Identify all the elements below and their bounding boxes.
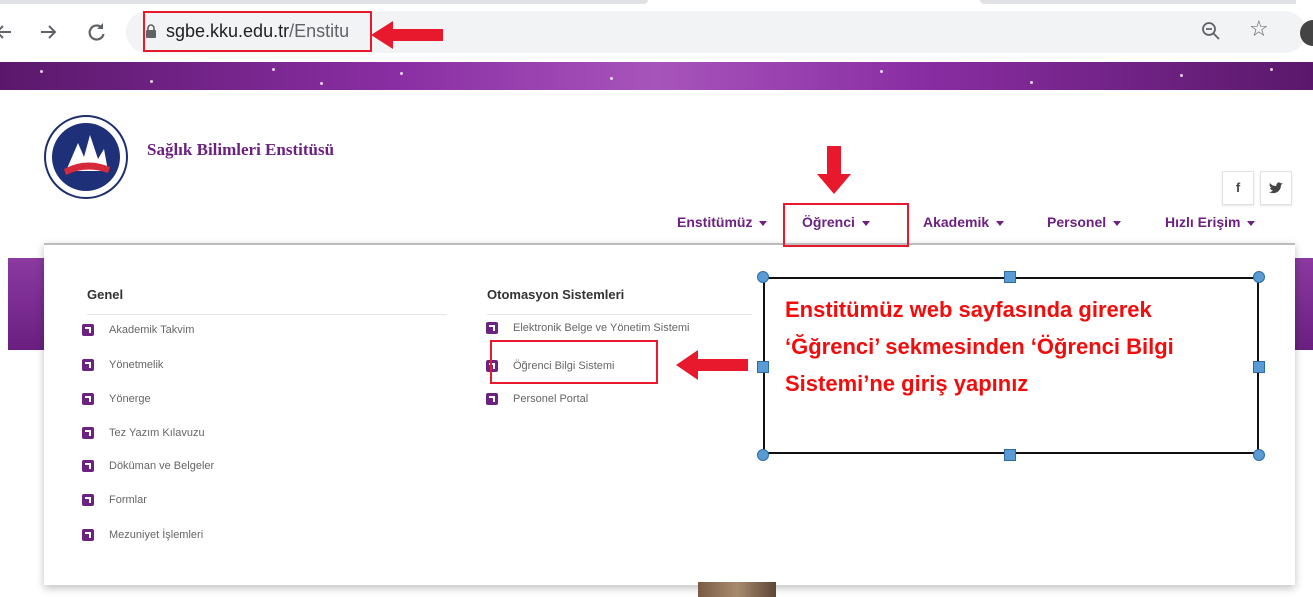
browser-tab[interactable] <box>980 0 1296 4</box>
resize-handle <box>1004 271 1016 283</box>
menu-link-akademik-takvim[interactable]: Akademik Takvim <box>82 324 194 336</box>
menu-link-yonerge[interactable]: Yönerge <box>82 393 151 405</box>
external-link-icon <box>82 324 94 336</box>
menu-link-formlar[interactable]: Formlar <box>82 494 147 506</box>
highlight-box-url <box>143 11 372 52</box>
highlight-box-ogrenci-tab <box>783 203 909 247</box>
zoom-icon[interactable] <box>1201 21 1221 41</box>
site-title[interactable]: Sağlık Bilimleri Enstitüsü <box>147 140 334 160</box>
red-arrow-icon <box>676 350 748 380</box>
browser-tab[interactable] <box>0 0 648 4</box>
external-link-icon <box>82 393 94 405</box>
nav-personel[interactable]: Personel <box>1047 214 1122 230</box>
column-heading-otomasyon: Otomasyon Sistemleri <box>487 287 625 302</box>
external-link-icon <box>486 393 498 405</box>
resize-handle <box>757 361 769 373</box>
external-link-icon <box>82 427 94 439</box>
menu-link-tez-yazim-kilavuzu[interactable]: Tez Yazım Kılavuzu <box>82 427 205 439</box>
divider <box>87 314 447 315</box>
nav-hizli-erisim[interactable]: Hızlı Erişim <box>1165 214 1256 230</box>
content-image <box>698 582 776 597</box>
external-link-icon <box>82 529 94 541</box>
menu-link-personel-portal[interactable]: Personel Portal <box>486 393 588 405</box>
external-link-icon <box>82 460 94 472</box>
resize-handle <box>1253 361 1265 373</box>
site-banner <box>0 62 1313 90</box>
divider <box>487 314 752 315</box>
column-heading-genel: Genel <box>87 287 124 302</box>
bookmark-star-icon[interactable]: ☆ <box>1249 17 1269 42</box>
instruction-text: Enstitümüz web sayfasında girerek ‘Ğğren… <box>785 297 1174 396</box>
menu-link-ebys[interactable]: Elektronik Belge ve Yönetim Sistemi <box>486 322 690 334</box>
red-arrow-down-icon <box>817 146 851 194</box>
reload-icon[interactable] <box>84 20 108 44</box>
resize-handle <box>757 449 769 461</box>
menu-link-mezuniyet-islemleri[interactable]: Mezuniyet İşlemleri <box>82 529 203 541</box>
resize-handle <box>1253 449 1265 461</box>
nav-akademik[interactable]: Akademik <box>923 214 1005 230</box>
back-icon[interactable] <box>0 20 16 44</box>
nav-enstitumuz[interactable]: Enstitümüz <box>677 214 768 230</box>
content-banner-right <box>1295 258 1313 350</box>
content-banner-left <box>8 258 44 350</box>
highlight-box-ogrenci-bilgi-sistemi <box>490 340 658 384</box>
resize-handle <box>1004 449 1016 461</box>
external-link-icon <box>486 322 498 334</box>
resize-handle <box>1253 271 1265 283</box>
menu-link-yonetmelik[interactable]: Yönetmelik <box>82 359 163 371</box>
twitter-icon[interactable] <box>1260 171 1292 205</box>
resize-handle <box>757 271 769 283</box>
external-link-icon <box>82 359 94 371</box>
external-link-icon <box>82 494 94 506</box>
menu-link-dokuman-ve-belgeler[interactable]: Döküman ve Belgeler <box>82 460 214 472</box>
university-logo[interactable] <box>44 113 128 201</box>
red-arrow-icon <box>371 21 443 49</box>
forward-icon[interactable] <box>36 20 60 44</box>
facebook-icon[interactable]: f <box>1222 171 1254 205</box>
